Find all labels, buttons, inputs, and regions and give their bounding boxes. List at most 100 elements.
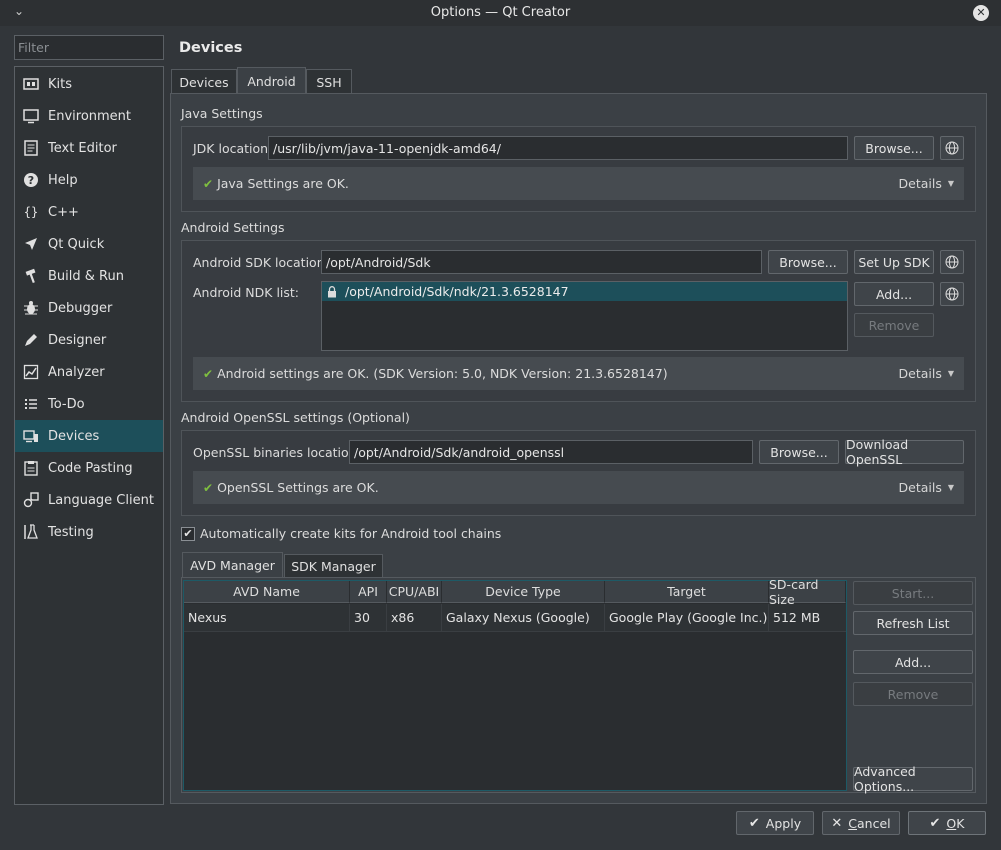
cancel-button[interactable]: ✕ Cancel	[822, 811, 900, 835]
cell-device-type: Galaxy Nexus (Google)	[442, 604, 605, 631]
sidebar-item-text-editor[interactable]: Text Editor	[15, 132, 163, 164]
column-header-target[interactable]: Target	[605, 581, 769, 603]
java-status-bar: ✔ Java Settings are OK. Details ▼	[193, 167, 964, 200]
refresh-list-button[interactable]: Refresh List	[853, 611, 973, 635]
sidebar-item-designer[interactable]: Designer	[15, 324, 163, 356]
ndk-list[interactable]: /opt/Android/Sdk/ndk/21.3.6528147	[321, 281, 848, 351]
sidebar-item-label: Kits	[48, 76, 73, 92]
sdk-location-field[interactable]: /opt/Android/Sdk	[321, 250, 762, 274]
ndk-path: /opt/Android/Sdk/ndk/21.3.6528147	[345, 284, 569, 299]
sidebar-item-label: Qt Quick	[48, 236, 105, 252]
sidebar-item-cpp[interactable]: {} C++	[15, 196, 163, 228]
tab-android[interactable]: Android	[237, 67, 306, 94]
pen-icon	[23, 332, 39, 348]
openssl-status-bar: ✔ OpenSSL Settings are OK. Details ▼	[193, 471, 964, 504]
advanced-options-button[interactable]: Advanced Options...	[853, 764, 973, 794]
devices-icon	[23, 428, 39, 444]
ndk-download-globe-icon[interactable]	[940, 282, 964, 306]
cell-cpu-abi: x86	[387, 604, 442, 631]
sidebar-item-kits[interactable]: Kits	[15, 68, 163, 100]
sidebar-item-testing[interactable]: Testing	[15, 516, 163, 548]
column-header-sd-card-size[interactable]: SD-card Size	[769, 577, 846, 607]
ndk-remove-button[interactable]: Remove	[854, 313, 934, 337]
cancel-x-icon: ✕	[831, 815, 843, 831]
sidebar-item-code-pasting[interactable]: Code Pasting	[15, 452, 163, 484]
column-header-cpu-abi[interactable]: CPU/ABI	[387, 581, 442, 603]
chevron-down-icon: ▼	[947, 179, 954, 188]
openssl-location-field[interactable]: /opt/Android/Sdk/android_openssl	[349, 440, 753, 464]
java-details-toggle[interactable]: Details ▼	[899, 176, 955, 191]
avd-start-button[interactable]: Start...	[853, 581, 973, 605]
ok-button[interactable]: ✔ OK	[908, 811, 986, 835]
sidebar-item-label: Text Editor	[48, 140, 117, 156]
download-openssl-button[interactable]: Download OpenSSL	[845, 437, 964, 467]
sidebar-item-devices[interactable]: Devices	[15, 420, 163, 452]
avd-add-button[interactable]: Add...	[853, 650, 973, 674]
openssl-details-toggle[interactable]: Details ▼	[899, 480, 955, 495]
sidebar-item-environment[interactable]: Environment	[15, 100, 163, 132]
sdk-download-globe-icon[interactable]	[940, 250, 964, 274]
sidebar-item-qt-quick[interactable]: Qt Quick	[15, 228, 163, 260]
check-icon: ✔	[203, 480, 214, 495]
text-editor-icon	[23, 140, 39, 156]
window-title: Options — Qt Creator	[430, 5, 571, 20]
sidebar-item-label: Debugger	[48, 300, 113, 316]
android-details-toggle[interactable]: Details ▼	[899, 366, 955, 381]
jdk-download-globe-icon[interactable]	[940, 136, 964, 160]
code-paste-icon	[23, 460, 39, 476]
avd-table[interactable]: AVD Name API CPU/ABI Device Type Target …	[183, 577, 847, 791]
auto-create-kits-label: Automatically create kits for Android to…	[200, 526, 502, 541]
sidebar: Kits Environment Text Editor ? Help {} C…	[14, 66, 164, 805]
avd-remove-button[interactable]: Remove	[853, 682, 973, 706]
tab-ssh[interactable]: SSH	[306, 69, 352, 94]
filter-input[interactable]	[14, 35, 164, 60]
sidebar-item-label: C++	[48, 204, 79, 220]
details-label: Details	[898, 366, 942, 381]
tab-sdk-manager[interactable]: SDK Manager	[284, 554, 383, 578]
sidebar-item-label: Language Client	[48, 492, 154, 508]
close-window-icon[interactable]: ✕	[973, 5, 989, 21]
sidebar-item-label: To-Do	[48, 396, 85, 412]
help-icon: ?	[23, 172, 39, 188]
checkmark-icon: ✔	[929, 815, 941, 831]
chart-icon	[23, 364, 39, 380]
ndk-list-item[interactable]: /opt/Android/Sdk/ndk/21.3.6528147	[322, 282, 847, 301]
sidebar-item-language-client[interactable]: Language Client	[15, 484, 163, 516]
sidebar-item-help[interactable]: ? Help	[15, 164, 163, 196]
sidebar-item-todo[interactable]: To-Do	[15, 388, 163, 420]
tab-avd-manager[interactable]: AVD Manager	[182, 552, 283, 578]
column-header-api[interactable]: API	[350, 581, 387, 603]
jdk-browse-button[interactable]: Browse...	[854, 136, 934, 160]
openssl-browse-button[interactable]: Browse...	[759, 440, 839, 464]
kits-icon	[23, 76, 39, 92]
chevron-down-icon: ▼	[947, 369, 954, 378]
sidebar-item-build-run[interactable]: Build & Run	[15, 260, 163, 292]
sidebar-item-label: Analyzer	[48, 364, 105, 380]
android-status-bar: ✔ Android settings are OK. (SDK Version:…	[193, 357, 964, 390]
sidebar-item-analyzer[interactable]: Analyzer	[15, 356, 163, 388]
ndk-list-label: Android NDK list:	[193, 285, 300, 300]
java-status-text: Java Settings are OK.	[217, 176, 349, 191]
flask-icon	[23, 524, 39, 540]
ndk-add-button[interactable]: Add...	[854, 282, 934, 306]
apply-button[interactable]: ✔ Apply	[736, 811, 814, 835]
sidebar-item-label: Code Pasting	[48, 460, 133, 476]
jdk-location-label: JDK location:	[193, 141, 273, 156]
sdk-location-label: Android SDK location:	[193, 255, 329, 270]
page-title: Devices	[179, 40, 243, 56]
sidebar-item-label: Testing	[48, 524, 94, 540]
title-bar: ⌄ Options — Qt Creator ✕	[0, 0, 1001, 26]
details-label: Details	[898, 480, 942, 495]
hammer-icon	[23, 268, 39, 284]
tab-devices[interactable]: Devices	[171, 69, 237, 94]
column-header-avd-name[interactable]: AVD Name	[184, 581, 350, 603]
column-header-device-type[interactable]: Device Type	[442, 581, 605, 603]
sdk-browse-button[interactable]: Browse...	[768, 250, 848, 274]
auto-create-kits-checkbox[interactable]: ✔	[181, 526, 195, 541]
auto-create-kits-option[interactable]: ✔ Automatically create kits for Android …	[181, 526, 501, 541]
setup-sdk-button[interactable]: Set Up SDK	[854, 250, 934, 274]
sidebar-item-debugger[interactable]: Debugger	[15, 292, 163, 324]
language-client-icon	[23, 492, 39, 508]
jdk-location-field[interactable]: /usr/lib/jvm/java-11-openjdk-amd64/	[268, 136, 848, 160]
sidebar-item-label: Help	[48, 172, 78, 188]
